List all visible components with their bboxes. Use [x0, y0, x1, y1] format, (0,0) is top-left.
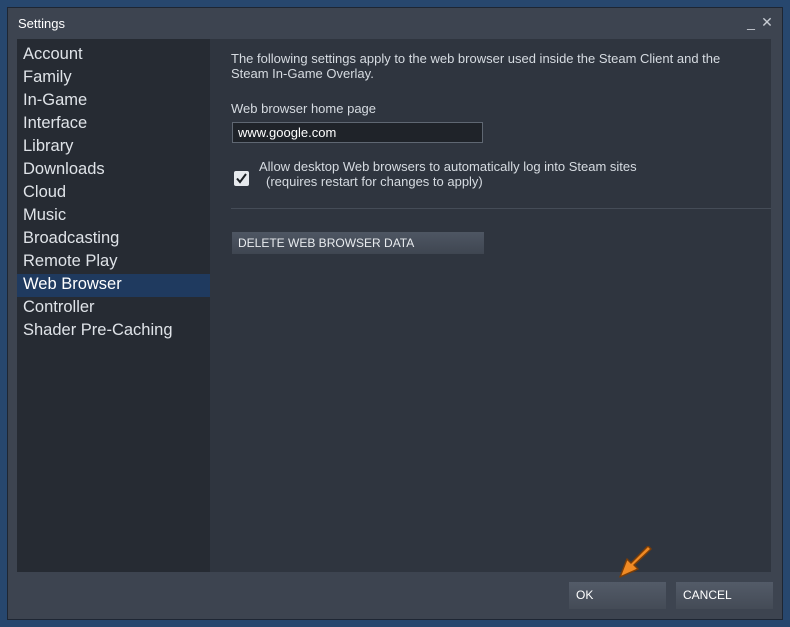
- ok-button[interactable]: OK: [569, 582, 666, 609]
- sidebar-item-label: In-Game: [23, 91, 88, 109]
- sidebar-item-cloud[interactable]: Cloud: [17, 182, 210, 205]
- sidebar-item-web-browser[interactable]: Web Browser: [17, 274, 210, 297]
- sidebar-item-controller[interactable]: Controller: [17, 297, 210, 320]
- settings-description: The following settings apply to the web …: [231, 51, 721, 81]
- sidebar-item-shader-pre-caching[interactable]: Shader Pre-Caching: [17, 320, 210, 343]
- sidebar-item-label: Cloud: [23, 183, 67, 201]
- sidebar-item-label: Remote Play: [23, 252, 118, 270]
- web-browser-settings-panel: The following settings apply to the web …: [210, 39, 771, 572]
- sidebar-item-broadcasting[interactable]: Broadcasting: [17, 228, 210, 251]
- sidebar-item-remote-play[interactable]: Remote Play: [17, 251, 210, 274]
- sidebar-item-label: Web Browser: [23, 275, 122, 293]
- sidebar-item-label: Account: [23, 45, 83, 63]
- sidebar-item-label: Controller: [23, 298, 95, 316]
- window-title: Settings: [18, 16, 65, 31]
- title-bar: Settings _ ✕: [8, 8, 782, 40]
- close-button[interactable]: ✕: [758, 12, 776, 32]
- sidebar-item-downloads[interactable]: Downloads: [17, 159, 210, 182]
- sidebar-item-family[interactable]: Family: [17, 67, 210, 90]
- sidebar-item-label: Downloads: [23, 160, 105, 178]
- sidebar-item-label: Music: [23, 206, 67, 224]
- auto-login-label: Allow desktop Web browsers to automatica…: [259, 159, 637, 174]
- sidebar-item-music[interactable]: Music: [17, 205, 210, 228]
- auto-login-checkbox[interactable]: [234, 171, 249, 186]
- sidebar-item-account[interactable]: Account: [17, 44, 210, 67]
- sidebar-item-interface[interactable]: Interface: [17, 113, 210, 136]
- checkmark-icon: [236, 173, 247, 184]
- settings-window: Settings _ ✕ Account Family In-Game Inte…: [8, 8, 782, 619]
- sidebar-item-library[interactable]: Library: [17, 136, 210, 159]
- sidebar-item-label: Interface: [23, 114, 88, 132]
- sidebar-item-in-game[interactable]: In-Game: [17, 90, 210, 113]
- arrow-pointer-icon: [619, 546, 652, 578]
- delete-browser-data-button[interactable]: DELETE WEB BROWSER DATA: [232, 232, 484, 254]
- auto-login-note: (requires restart for changes to apply): [266, 174, 483, 189]
- home-page-label: Web browser home page: [231, 101, 377, 116]
- cancel-button[interactable]: CANCEL: [676, 582, 773, 609]
- sidebar-item-label: Library: [23, 137, 74, 155]
- sidebar-item-label: Shader Pre-Caching: [23, 321, 173, 339]
- sidebar-item-label: Broadcasting: [23, 229, 120, 247]
- section-divider: [231, 208, 771, 209]
- sidebar-item-label: Family: [23, 68, 72, 86]
- settings-sidebar: Account Family In-Game Interface Library…: [17, 39, 210, 572]
- home-page-input[interactable]: [232, 122, 483, 143]
